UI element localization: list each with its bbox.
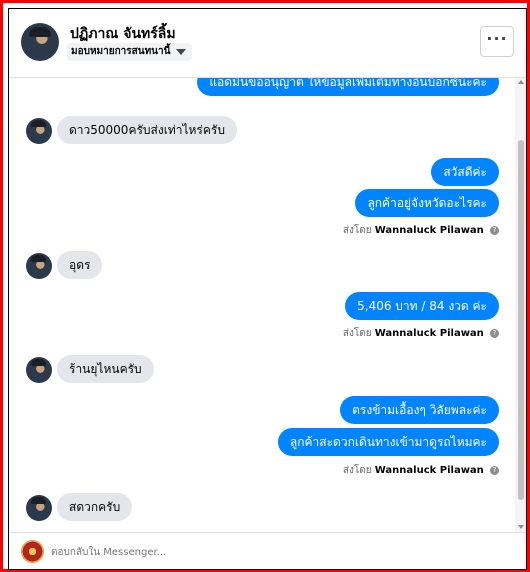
message-scrollbar[interactable] [515, 78, 526, 532]
info-icon[interactable]: ? [490, 328, 499, 338]
message-bubble-outgoing[interactable]: สวัสดีค่ะ [431, 158, 499, 186]
reply-input[interactable] [51, 543, 491, 561]
scroll-up-icon[interactable] [518, 80, 524, 84]
contact-avatar-small[interactable] [26, 118, 52, 144]
contact-name[interactable]: ปฏิภาณ จันทร์ลิ้ม [70, 23, 176, 45]
sent-by-label: ส่งโดย Wannaluck Pilawan ? [343, 224, 499, 238]
sent-by-label: ส่งโดย Wannaluck Pilawan ? [343, 464, 499, 478]
contact-avatar-small[interactable] [26, 357, 52, 383]
chevron-down-icon [176, 49, 187, 55]
message-bubble-incoming[interactable]: อุดร [57, 251, 103, 279]
message-bubble-incoming[interactable]: ดาว50000ครับส่งเท่าไหร่ครับ [57, 116, 237, 144]
scroll-thumb[interactable] [518, 140, 524, 500]
chat-window: ปฏิภาณ จันทร์ลิ้ม มอบหมายการสนทนานี้ ···… [8, 8, 527, 570]
sent-by-prefix: ส่งโดย [342, 225, 372, 236]
assign-conversation-button[interactable]: มอบหมายการสนทนานี้ [67, 43, 193, 61]
message-bubble-outgoing[interactable]: 5,406 บาท / 84 งวด ค่ะ [345, 292, 499, 320]
info-icon[interactable]: ? [490, 465, 499, 475]
page-avatar [21, 540, 44, 563]
message-bubble-incoming[interactable]: ร้านยุไหนครับ [57, 355, 154, 383]
sent-by-name: Wannaluck Pilawan [374, 465, 484, 476]
info-icon[interactable]: ? [490, 225, 499, 235]
message-bubble-outgoing[interactable]: แอดมินขออนุญาต ให้ข้อมูลเพิ่มเติมทางอินบ… [197, 78, 499, 96]
sent-by-label: ส่งโดย Wannaluck Pilawan ? [343, 327, 499, 341]
message-bubble-outgoing[interactable]: ลูกค้าอยู่จังหวัดอะไรคะ [355, 189, 499, 217]
sent-by-name: Wannaluck Pilawan [374, 328, 484, 339]
message-bubble-outgoing[interactable]: ลูกค้าสะดวกเดินทางเข้ามาดูรถไหมคะ [277, 428, 499, 456]
reply-composer [9, 532, 526, 569]
more-options-button[interactable]: ··· [480, 26, 514, 57]
message-list: แอดมินขออนุญาต ให้ข้อมูลเพิ่มเติมทางอินบ… [9, 78, 514, 532]
assign-conversation-label: มอบหมายการสนทนานี้ [71, 46, 171, 57]
sent-by-prefix: ส่งโดย [342, 465, 372, 476]
scroll-down-icon[interactable] [518, 525, 524, 529]
screenshot-frame: ปฏิภาณ จันทร์ลิ้ม มอบหมายการสนทนานี้ ···… [0, 0, 530, 572]
sent-by-prefix: ส่งโดย [342, 328, 372, 339]
chat-header: ปฏิภาณ จันทร์ลิ้ม มอบหมายการสนทนานี้ ··· [9, 9, 526, 78]
contact-avatar[interactable] [21, 23, 59, 61]
contact-avatar-small[interactable] [26, 253, 52, 279]
sent-by-name: Wannaluck Pilawan [374, 225, 484, 236]
message-bubble-incoming[interactable]: สดวกครับ [57, 493, 133, 521]
contact-avatar-small[interactable] [26, 495, 52, 521]
more-options-icon: ··· [486, 29, 508, 48]
message-bubble-outgoing[interactable]: ตรงข้ามเอื้องๆ วิลัยพละค่ะ [340, 396, 499, 424]
